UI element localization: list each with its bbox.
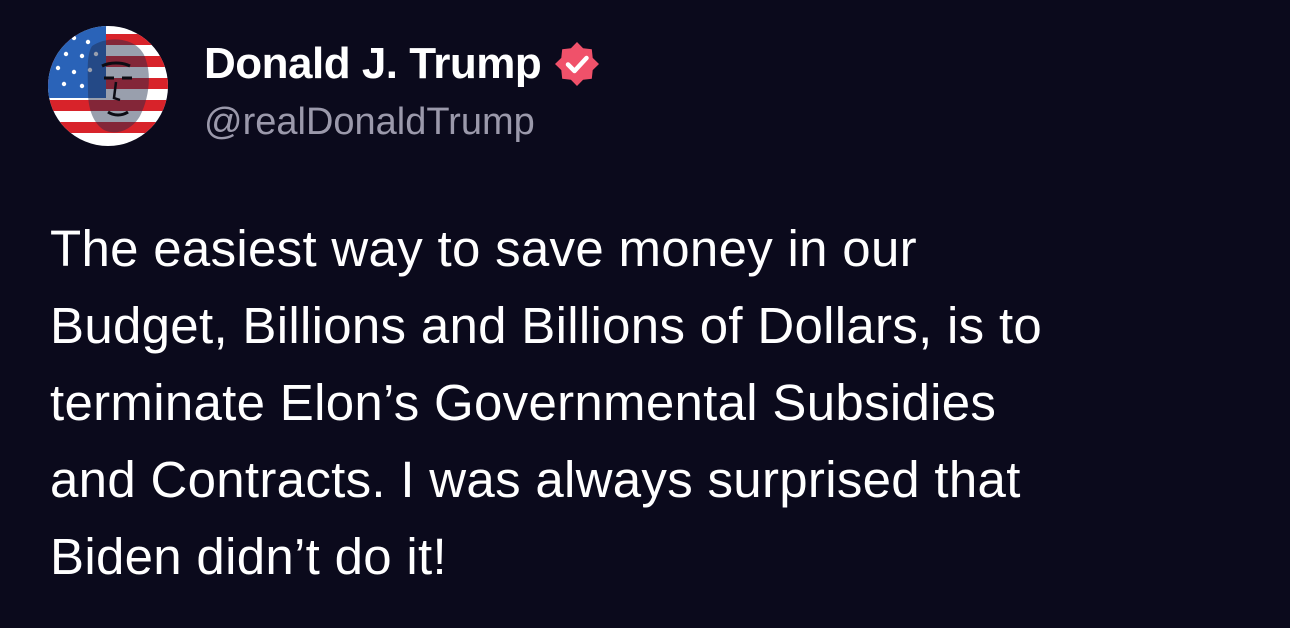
display-name[interactable]: Donald J. Trump (204, 36, 542, 92)
avatar[interactable] (48, 26, 168, 146)
post-card: Donald J. Trump @realDonaldTrump The eas… (0, 0, 1290, 628)
post-body: The easiest way to save money in our Bud… (50, 210, 1250, 595)
post-body-line: Biden didn’t do it! (50, 528, 447, 585)
author-row: Donald J. Trump (204, 36, 601, 92)
post-body-line: terminate Elon’s Governmental Subsidies (50, 374, 997, 431)
avatar-image (48, 26, 168, 146)
verified-badge-icon (555, 42, 600, 86)
user-handle[interactable]: @realDonaldTrump (204, 98, 535, 146)
post-body-line: Budget, Billions and Billions of Dollars… (50, 297, 1043, 354)
post-body-line: and Contracts. I was always surprised th… (50, 451, 1021, 508)
post-body-line: The easiest way to save money in our (50, 220, 917, 277)
